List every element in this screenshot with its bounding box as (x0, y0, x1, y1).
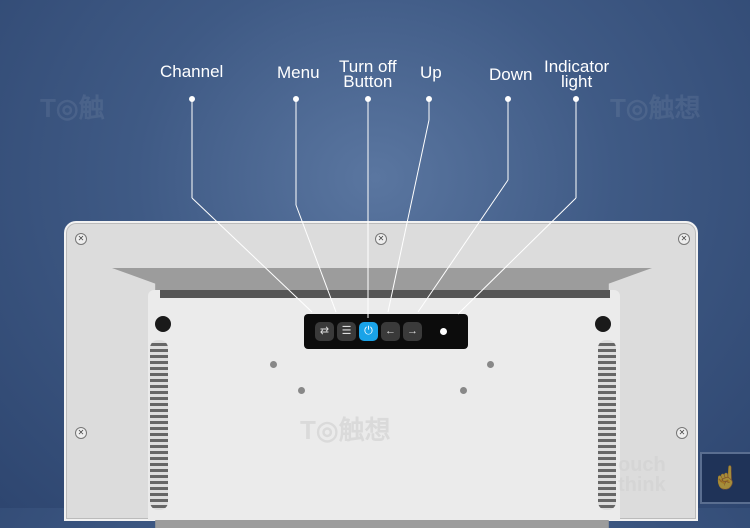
callout-line-up (387, 119, 430, 313)
callout-dot-up (426, 96, 432, 102)
callout-dot-channel (189, 96, 195, 102)
callout-line-channel (191, 197, 313, 313)
callout-lines (189, 96, 579, 318)
callout-dot-power (365, 96, 371, 102)
callout-dot-menu (293, 96, 299, 102)
callout-dot-down (505, 96, 511, 102)
callout-line-indicator (457, 197, 577, 315)
callout-line-menu (295, 204, 337, 313)
callout-line-down (417, 179, 509, 313)
callout-dot-indicator (573, 96, 579, 102)
